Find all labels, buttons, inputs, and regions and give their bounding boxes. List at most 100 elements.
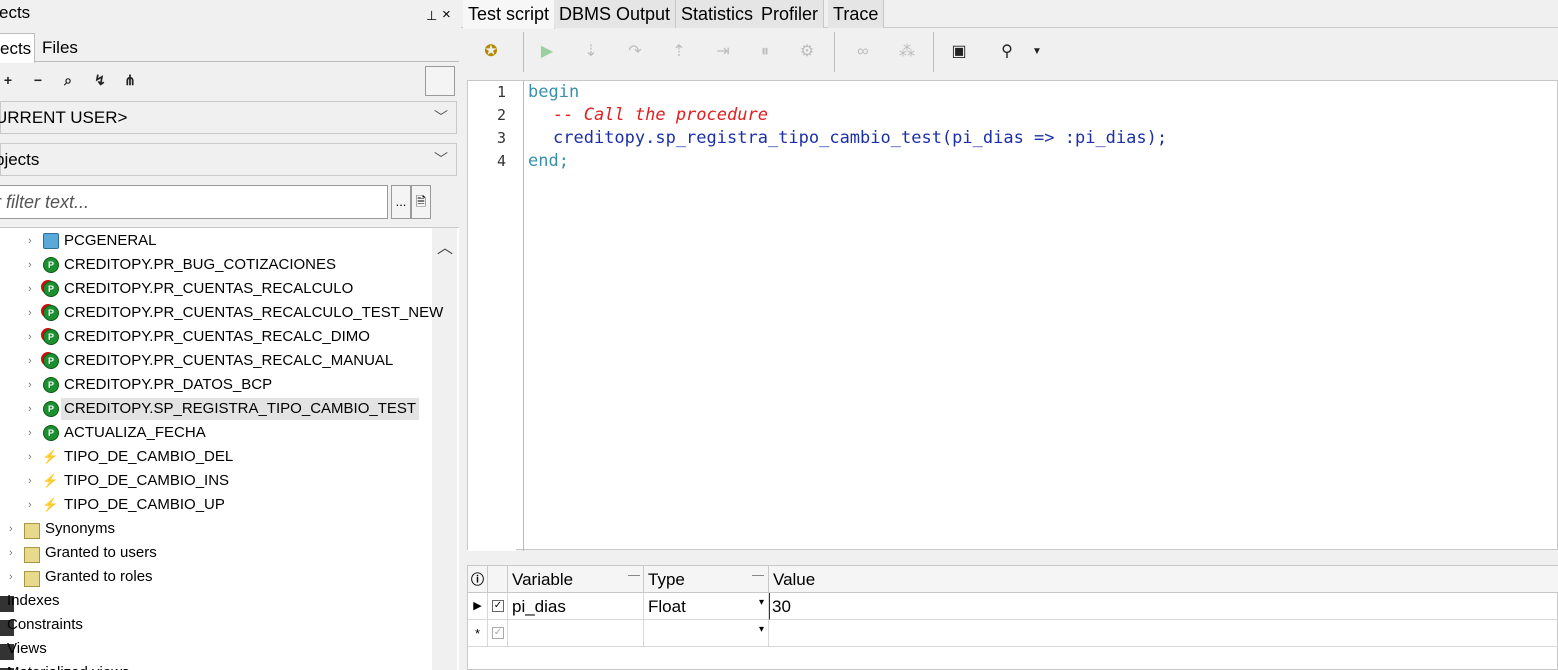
- panel-title: ects: [0, 3, 31, 22]
- procedure-icon: P: [43, 377, 59, 393]
- search-icon[interactable]: ⚲: [995, 40, 1019, 64]
- browser-options-button[interactable]: [425, 66, 455, 96]
- expand-icon[interactable]: ›: [28, 470, 38, 492]
- object-type-combo[interactable]: bjects ﹀: [0, 143, 457, 176]
- column-header-value[interactable]: Value: [769, 566, 1558, 593]
- line-gutter: 1 2 3 4: [468, 81, 516, 551]
- chevron-down-icon[interactable]: ﹀: [434, 144, 448, 175]
- expand-icon[interactable]: ›: [28, 230, 38, 252]
- tab-dbms-output[interactable]: DBMS Output: [554, 0, 677, 28]
- procedure-icon: P: [43, 425, 59, 441]
- tree-node-label: TIPO_DE_CAMBIO_DEL: [64, 448, 234, 465]
- debug-toolbar: ✪ ▶ ⇣ ↷ ⇡ ⇥ ⏸ ⚙ ∞ ⁂ ▣ ⚲ ▼: [461, 30, 1558, 74]
- chevron-down-icon[interactable]: ▾: [759, 616, 764, 643]
- owner-combo[interactable]: URRENT USER> ﹀: [0, 101, 457, 134]
- expand-icon[interactable]: ›: [9, 566, 19, 588]
- chevron-down-icon[interactable]: ﹀: [434, 102, 448, 133]
- column-resize-handle[interactable]: [752, 575, 764, 576]
- tree-node-label: CREDITOPY.PR_CUENTAS_RECALCULO_TEST_NEW: [64, 304, 444, 321]
- cell-type-empty[interactable]: ▾: [644, 620, 769, 647]
- tab-test-script[interactable]: Test script: [463, 0, 556, 29]
- row-enabled-checkbox[interactable]: ✓: [488, 593, 508, 620]
- tab-objects[interactable]: ects: [0, 33, 36, 63]
- cell-value[interactable]: 30: [769, 593, 1558, 620]
- break-icon[interactable]: ⏸: [753, 40, 777, 64]
- procedure-invalid-icon: P: [43, 305, 59, 321]
- checkbox-checked[interactable]: ✓: [492, 600, 504, 612]
- panel-title-bar: ects ⊥ ×: [0, 0, 459, 26]
- header-label: Value: [773, 570, 816, 589]
- procedure-invalid-icon: P: [43, 281, 59, 297]
- expand-icon[interactable]: ›: [28, 302, 38, 324]
- chevron-down-icon[interactable]: ▼: [1025, 40, 1049, 64]
- category-label: Indexes: [7, 592, 60, 609]
- expand-icon[interactable]: ›: [9, 518, 19, 540]
- find-icon[interactable]: ⌕: [58, 70, 78, 90]
- tab-profiler[interactable]: Profiler: [756, 0, 825, 28]
- variables-icon[interactable]: ⁂: [895, 40, 919, 64]
- script-editor[interactable]: 1 2 3 4 begin -- Call the procedure cred…: [467, 80, 1558, 551]
- expand-icon[interactable]: ›: [28, 254, 38, 276]
- run-icon[interactable]: ▶: [535, 40, 559, 64]
- watch-icon[interactable]: ∞: [851, 40, 875, 64]
- filter-options-button[interactable]: ...: [391, 185, 411, 219]
- output-window-icon[interactable]: ▣: [947, 40, 971, 64]
- procedure-invalid-icon: P: [43, 353, 59, 369]
- remove-icon[interactable]: −: [28, 70, 48, 90]
- cell-type[interactable]: Float ▾: [644, 593, 769, 620]
- filter-input[interactable]: [0, 187, 365, 217]
- panel-tabs: ects Files: [0, 33, 459, 63]
- grid-corner-icon: ⓘ: [468, 566, 488, 593]
- expand-icon[interactable]: ›: [28, 398, 38, 420]
- pin-icon[interactable]: ⊥: [426, 3, 437, 29]
- expand-icon[interactable]: ›: [28, 494, 38, 516]
- new-row-indicator-icon: *: [468, 620, 488, 647]
- expand-icon[interactable]: ›: [28, 446, 38, 468]
- tab-statistics[interactable]: Statistics: [676, 0, 760, 28]
- add-icon[interactable]: +: [0, 70, 18, 90]
- tree-node-label: ACTUALIZA_FECHA: [64, 424, 206, 441]
- filter-field[interactable]: [0, 185, 388, 219]
- expand-icon[interactable]: ›: [28, 374, 38, 396]
- cell-variable[interactable]: pi_dias: [508, 593, 644, 620]
- tree-node-label: TIPO_DE_CAMBIO_UP: [64, 496, 225, 513]
- expand-icon[interactable]: ›: [28, 278, 38, 300]
- tree-node-label: CREDITOPY.SP_REGISTRA_TIPO_CAMBIO_TEST: [61, 398, 420, 420]
- variables-grid: ⓘ Variable Type Value ▶ ✓ pi_dias Float …: [467, 565, 1558, 670]
- object-tree: ︿ › PCGENERAL › P CREDITOPY.PR_BUG_COTIZ…: [0, 227, 459, 670]
- tab-files[interactable]: Files: [39, 33, 81, 62]
- column-resize-handle[interactable]: [628, 575, 640, 576]
- cell-value-empty[interactable]: [769, 620, 1558, 647]
- line-number: 2: [496, 106, 506, 124]
- new-row-checkbox[interactable]: ✓: [488, 620, 508, 647]
- close-icon[interactable]: ×: [442, 2, 451, 28]
- tree-node-label: CREDITOPY.PR_DATOS_BCP: [64, 376, 273, 393]
- expand-icon[interactable]: ›: [28, 326, 38, 348]
- scroll-up-icon[interactable]: ︿: [433, 234, 457, 258]
- tab-trace[interactable]: Trace: [828, 0, 885, 28]
- chevron-down-icon[interactable]: ▾: [759, 589, 764, 616]
- expand-icon[interactable]: ›: [9, 542, 19, 564]
- step-over-icon[interactable]: ↷: [623, 40, 647, 64]
- expand-icon[interactable]: ›: [28, 422, 38, 444]
- tree-scrollbar[interactable]: [432, 228, 457, 670]
- folder-label: Synonyms: [45, 520, 116, 537]
- checkbox-disabled[interactable]: ✓: [492, 627, 504, 639]
- column-header-type[interactable]: Type: [644, 566, 769, 593]
- column-header-variable[interactable]: Variable: [508, 566, 644, 593]
- expand-icon[interactable]: ›: [28, 350, 38, 372]
- refresh-icon[interactable]: ↯: [90, 70, 110, 90]
- grid-check-header: [488, 566, 508, 593]
- settings-icon[interactable]: ⚙: [795, 40, 819, 64]
- run-to-exception-icon[interactable]: ⇥: [711, 40, 735, 64]
- toolbar-separator: [933, 32, 934, 72]
- step-into-icon[interactable]: ⇣: [579, 40, 603, 64]
- filter-page-icon[interactable]: 🗎: [411, 185, 431, 219]
- owner-combo-value: URRENT USER>: [0, 108, 128, 127]
- tree-node-label: CREDITOPY.PR_BUG_COTIZACIONES: [64, 256, 337, 273]
- cell-variable-empty[interactable]: [508, 620, 644, 647]
- code-line-3: creditopy.sp_registra_tipo_cambio_test(p…: [553, 128, 1168, 148]
- debug-start-icon[interactable]: ✪: [479, 40, 503, 64]
- step-out-icon[interactable]: ⇡: [667, 40, 691, 64]
- filter-icon[interactable]: ⋔: [120, 70, 140, 90]
